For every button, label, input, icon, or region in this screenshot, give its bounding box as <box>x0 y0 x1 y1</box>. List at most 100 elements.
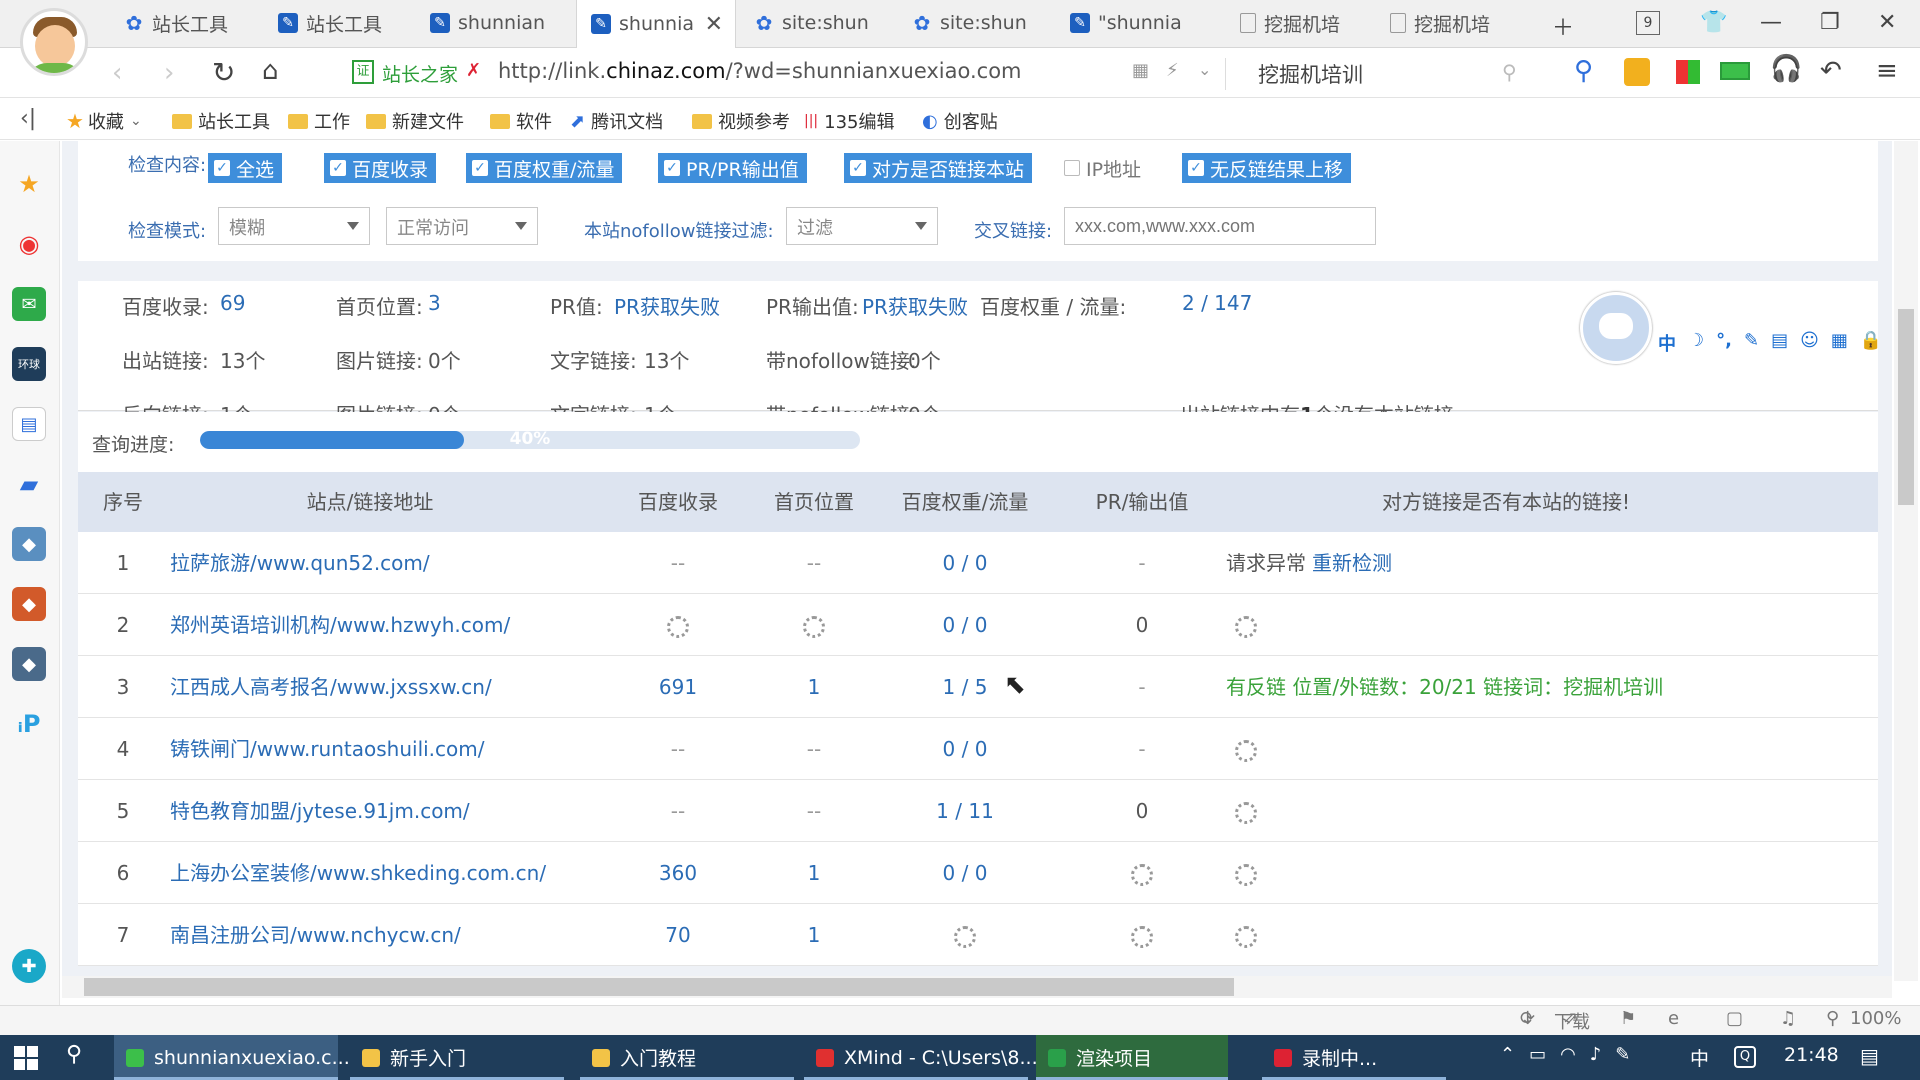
back-button[interactable]: ‹ <box>112 58 122 88</box>
notification-icon[interactable]: ▤ <box>1860 1044 1879 1068</box>
bookmark-item[interactable]: ||| 135编辑 <box>804 108 895 134</box>
site-link[interactable]: 郑州英语培训机构/www.hzwyh.com/ <box>170 594 570 656</box>
column-header[interactable]: 百度收录 <box>624 472 732 532</box>
tab-close-icon[interactable]: ✕ <box>705 12 723 37</box>
home-icon[interactable]: ⌂ <box>262 56 279 86</box>
cross-link-input[interactable] <box>1064 207 1376 245</box>
scroll-thumb[interactable] <box>1898 309 1914 505</box>
flag-icon[interactable]: ⚑ <box>1620 1008 1636 1029</box>
restore-button[interactable]: ❐ <box>1820 10 1840 35</box>
search-icon[interactable]: ⚲ <box>1502 60 1517 84</box>
nofollow-select[interactable]: 过滤 <box>786 207 938 245</box>
app-icon[interactable]: ᵢP <box>12 707 46 741</box>
chevron-down-icon[interactable]: ⌄ <box>130 113 142 129</box>
column-header[interactable]: 序号 <box>78 472 168 532</box>
checkbox-4[interactable]: ✓ PR/PR输出值 <box>658 153 807 183</box>
taskbar-item-5[interactable]: 渲染项目 <box>1036 1035 1228 1080</box>
assistant-avatar[interactable] <box>1580 292 1652 364</box>
close-window-button[interactable]: ✕ <box>1878 10 1896 35</box>
bookmark-item[interactable]: ⬈ 腾讯文档 <box>570 108 663 134</box>
bookmark-item[interactable]: 站长工具 <box>172 108 270 134</box>
refresh-icon[interactable]: ↻ <box>212 56 235 89</box>
tab-8[interactable]: 挖掘机培 <box>1226 0 1374 46</box>
tab-9[interactable]: 挖掘机培 <box>1376 0 1524 46</box>
document-icon[interactable]: ▤ <box>12 407 46 441</box>
taskbar-item-3[interactable]: 入门教程 <box>580 1035 794 1080</box>
game-icon-1[interactable]: ◆ <box>12 527 46 561</box>
apps-icon[interactable] <box>1676 60 1700 84</box>
horizontal-scrollbar[interactable] <box>62 976 1892 998</box>
tab-6[interactable]: ✿ site:shun <box>898 0 1054 46</box>
plugin-icon[interactable]: ✚ <box>12 949 46 983</box>
shield-icon[interactable] <box>1624 58 1650 86</box>
bookmark-item[interactable]: ★ 收藏 ⌄ <box>66 108 142 134</box>
user-avatar[interactable] <box>20 8 88 76</box>
column-header[interactable]: 首页位置 <box>766 472 862 532</box>
mode-select[interactable]: 模糊 <box>218 207 370 245</box>
zoom-icon[interactable]: ⚲ <box>1826 1008 1839 1029</box>
checkbox-5[interactable]: ✓ 对方是否链接本站 <box>844 153 1033 183</box>
tray-icons[interactable]: ⌃▭◠♪✎ <box>1500 1044 1644 1065</box>
recheck-link[interactable]: 重新检测 <box>1312 551 1392 575</box>
assistant-tool-1[interactable]: 中 <box>1658 330 1676 358</box>
assistant-tool-8[interactable]: 🔒 <box>1860 330 1882 358</box>
column-header[interactable]: 百度权重/流量 <box>870 472 1060 532</box>
battery-icon[interactable] <box>1720 62 1750 80</box>
sound-icon[interactable]: ♫ <box>1780 1008 1796 1029</box>
site-link[interactable]: 上海办公室装修/www.shkeding.com.cn/ <box>170 842 570 904</box>
site-link[interactable]: 铸铁闸门/www.runtaoshuili.com/ <box>170 718 570 780</box>
lightning-icon[interactable]: ⚡ <box>1166 60 1179 81</box>
site-link[interactable]: 特色教育加盟/jytese.91jm.com/ <box>170 780 570 842</box>
taskbar-item-2[interactable]: 新手入门 <box>350 1035 564 1080</box>
forward-button[interactable]: › <box>164 58 174 88</box>
checkbox-7[interactable]: ✓ 无反链结果上移 <box>1182 153 1352 183</box>
tab-2[interactable]: ✎ 站长工具 <box>264 0 414 46</box>
assistant-tool-6[interactable]: ☺ <box>1800 330 1819 358</box>
bookmark-item[interactable]: 工作 <box>288 108 350 134</box>
weibo-icon[interactable]: ◉ <box>12 227 46 261</box>
game-icon-3[interactable]: ◆ <box>12 647 46 681</box>
windows-start-icon[interactable] <box>14 1046 38 1070</box>
download-icon[interactable]: ↓ <box>1520 1008 1535 1029</box>
bookmark-item[interactable]: 视频参考 <box>692 108 790 134</box>
bookmark-item[interactable]: ◐ 创客贴 <box>922 108 998 134</box>
column-header[interactable]: PR/输出值 <box>1072 472 1212 532</box>
qr-icon[interactable]: ▦ <box>1132 60 1149 81</box>
tab-7[interactable]: ✎ "shunnia <box>1056 0 1222 46</box>
new-tab-button[interactable]: ＋ <box>1552 10 1574 42</box>
game-icon-2[interactable]: ◆ <box>12 587 46 621</box>
minimize-button[interactable]: — <box>1760 10 1782 35</box>
headphone-icon[interactable]: 🎧 <box>1770 54 1802 84</box>
checkbox-3[interactable]: ✓ 百度权重/流量 <box>466 153 623 183</box>
floating-assistant[interactable]: 中 ☽ °, ✎ ▤ ☺ ▦ 🔒 <box>1580 292 1916 364</box>
tab-5[interactable]: ✿ site:shun <box>740 0 896 46</box>
checkbox-2[interactable]: ✓ 百度收录 <box>324 153 437 183</box>
ie-icon[interactable]: e <box>1668 1008 1679 1029</box>
column-header[interactable]: 对方链接是否有本站的链接! <box>1226 472 1786 532</box>
menu-icon[interactable]: ≡ <box>1876 56 1898 86</box>
access-select[interactable]: 正常访问 <box>386 207 538 245</box>
assistant-tool-5[interactable]: ▤ <box>1771 330 1788 358</box>
q-icon[interactable]: Q <box>1734 1046 1756 1068</box>
tab-4[interactable]: ✎ shunnia ✕ <box>576 0 736 48</box>
site-link[interactable]: 江西成人高考报名/www.jxssxw.cn/ <box>170 656 570 718</box>
shirt-icon[interactable]: 👕 <box>1700 10 1727 35</box>
assistant-tool-7[interactable]: ▦ <box>1831 330 1848 358</box>
bookmark-item[interactable]: 新建文件 <box>366 108 464 134</box>
scroll-thumb-h[interactable] <box>84 978 1234 996</box>
zoom-level[interactable]: 100% <box>1850 1008 1901 1029</box>
assistant-tool-2[interactable]: ☽ <box>1688 330 1704 358</box>
column-header[interactable]: 站点/链接地址 <box>170 472 570 532</box>
url-input[interactable]: 证 站长之家 ✗ http://link.chinaz.com/?wd=shun… <box>340 56 1220 92</box>
ime-indicator[interactable]: 中 <box>1690 1044 1709 1071</box>
checkbox-6[interactable]: IP地址 <box>1058 153 1149 183</box>
tab-1[interactable]: ✿ 站长工具 <box>110 0 260 46</box>
bookmark-item[interactable]: 软件 <box>490 108 552 134</box>
assistant-tool-4[interactable]: ✎ <box>1744 330 1759 358</box>
undo-icon[interactable]: ↶ <box>1820 56 1842 86</box>
search-input[interactable]: 挖掘机培训 ⚲ <box>1240 56 1540 92</box>
mail-icon[interactable]: ✉ <box>12 287 46 321</box>
site-link[interactable]: 南昌注册公司/www.nchycw.cn/ <box>170 904 570 966</box>
checkbox-1[interactable]: ✓ 全选 <box>208 153 283 183</box>
tab-count-badge[interactable]: 9 <box>1636 11 1660 35</box>
